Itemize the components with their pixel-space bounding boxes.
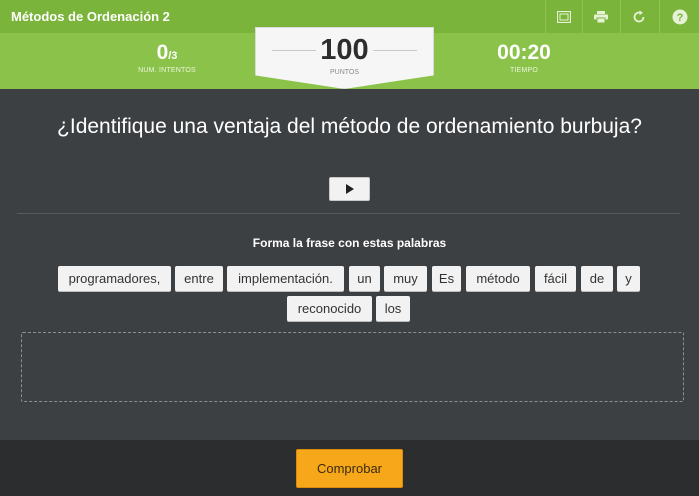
time-label: TIEMPO <box>509 67 539 74</box>
word-tile[interactable]: un <box>349 266 380 291</box>
play-icon <box>345 184 354 194</box>
print-button[interactable] <box>582 0 619 33</box>
app-title: Métodos de Ordenación 2 <box>11 9 170 24</box>
word-tile[interactable]: muy <box>384 266 427 291</box>
time-value: 00:20 <box>497 41 551 64</box>
word-tile[interactable]: entre <box>175 266 223 291</box>
answer-dropzone[interactable] <box>21 332 684 402</box>
attempts-value: 0 <box>156 41 169 64</box>
divider <box>17 213 680 214</box>
fullscreen-icon <box>557 10 571 23</box>
attempts-label: NUM. INTENTOS <box>138 67 196 74</box>
word-tile[interactable]: programadores, <box>58 266 171 291</box>
attempts-stat: 0/3 NUM. INTENTOS <box>117 41 217 74</box>
points-value: 100 <box>320 34 369 66</box>
word-tile[interactable]: implementación. <box>227 266 344 291</box>
help-icon: ? <box>672 9 687 24</box>
svg-text:?: ? <box>676 12 683 24</box>
word-tile[interactable]: reconocido <box>287 296 372 321</box>
word-tile[interactable]: Es <box>432 266 461 291</box>
check-button[interactable]: Comprobar <box>296 449 403 488</box>
reload-icon <box>633 10 645 22</box>
word-tile[interactable]: de <box>581 266 613 291</box>
help-button[interactable]: ? <box>659 0 699 33</box>
word-tile[interactable]: fácil <box>535 266 576 291</box>
word-tile[interactable]: y <box>617 266 640 291</box>
word-tile[interactable]: los <box>376 296 410 321</box>
points-label: PUNTOS <box>329 69 360 76</box>
instruction-text: Forma la frase con estas palabras <box>252 236 447 250</box>
play-audio-button[interactable] <box>329 177 370 201</box>
main-panel: ¿Identifique una ventaja del método de o… <box>0 89 699 440</box>
reload-button[interactable] <box>620 0 657 33</box>
question-text: ¿Identifique una ventaja del método de o… <box>57 115 642 138</box>
time-stat: 00:20 TIEMPO <box>474 41 574 74</box>
fullscreen-button[interactable] <box>545 0 582 33</box>
word-tile[interactable]: método <box>466 266 530 291</box>
attempts-total: /3 <box>168 50 178 62</box>
footer-bar: Comprobar <box>0 440 699 496</box>
print-icon <box>594 10 608 23</box>
